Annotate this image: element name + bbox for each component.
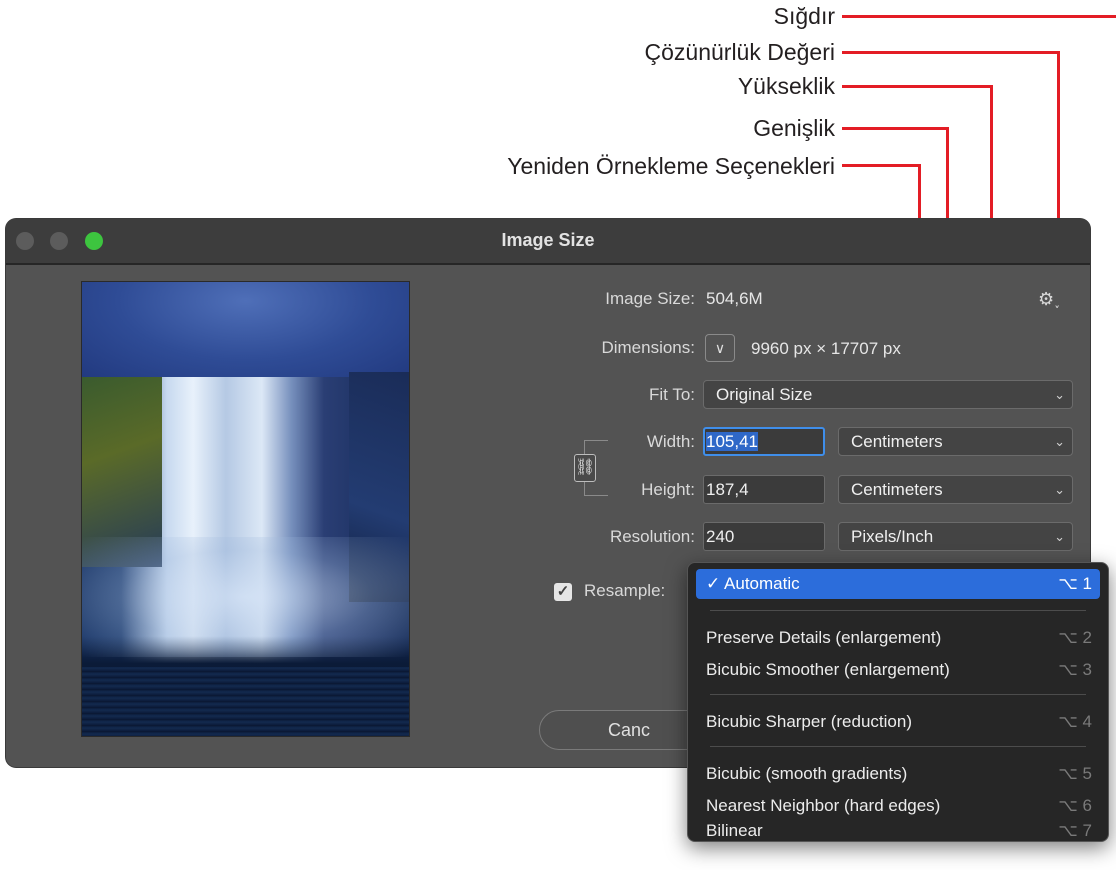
annotation-resample-label: Yeniden Örnekleme Seçenekleri [507, 153, 835, 179]
annotation-width-label: Genişlik [753, 115, 835, 141]
chevron-down-icon: ⌄ [1054, 482, 1065, 497]
resolution-input[interactable]: 240 [703, 522, 825, 551]
image-size-value: 504,6M [706, 289, 763, 308]
width-label: Width: [646, 432, 695, 451]
menu-separator [710, 746, 1086, 747]
width-unit-select[interactable]: Centimeters ⌄ [838, 427, 1073, 456]
chevron-down-icon: ⌄ [1054, 387, 1065, 402]
menu-separator [710, 610, 1086, 611]
menu-item-bilinear[interactable]: Bilinear ⌥ 7 [696, 821, 1100, 841]
menu-item-nearest-neighbor[interactable]: Nearest Neighbor (hard edges) ⌥ 6 [696, 791, 1100, 821]
fit-to-value: Original Size [716, 385, 813, 404]
fit-to-select[interactable]: Original Size ⌄ [703, 380, 1073, 409]
constrain-bracket-bottom [584, 495, 608, 496]
constrain-bracket-bottom-v [584, 482, 585, 496]
cancel-button-label: Canc [607, 720, 651, 740]
leader-line-height [842, 85, 993, 88]
menu-item-bicubic-smoother[interactable]: Bicubic Smoother (enlargement) ⌥ 3 [696, 655, 1100, 685]
height-unit-select[interactable]: Centimeters ⌄ [838, 475, 1073, 504]
annotation-resolution-label: Çözünürlük Değeri [644, 39, 835, 65]
dimensions-label: Dimensions: [601, 338, 695, 357]
menu-item-preserve-details[interactable]: Preserve Details (enlargement) ⌥ 2 [696, 623, 1100, 653]
title-bar: Image Size [6, 219, 1090, 265]
resample-checkbox[interactable]: ✓ [554, 583, 572, 601]
height-value: 187,4 [706, 480, 749, 499]
leader-line-resolution [842, 51, 1060, 54]
resolution-label: Resolution: [609, 527, 695, 546]
width-unit-value: Centimeters [851, 432, 943, 451]
annotation-height-label: Yükseklik [737, 73, 835, 99]
dimensions-value: 9960 px × 17707 px [751, 339, 901, 358]
constrain-bracket-top-v [584, 440, 585, 454]
constrain-bracket-top [584, 440, 608, 441]
dimensions-unit-toggle[interactable]: ∨ [705, 334, 735, 362]
height-label: Height: [641, 480, 695, 499]
width-input[interactable]: 105,41 [703, 427, 825, 456]
menu-item-automatic[interactable]: ✓ Automatic ⌥ 1 [696, 569, 1100, 599]
resample-options-menu: ✓ Automatic ⌥ 1 Preserve Details (enlarg… [687, 562, 1109, 842]
leader-line-resample [842, 164, 921, 167]
height-unit-value: Centimeters [851, 480, 943, 499]
width-value: 105,41 [706, 432, 758, 451]
menu-item-bicubic-sharper[interactable]: Bicubic Sharper (reduction) ⌥ 4 [696, 707, 1100, 737]
resample-label: Resample: [584, 581, 666, 600]
height-input[interactable]: 187,4 [703, 475, 825, 504]
image-size-label: Image Size: [605, 289, 695, 308]
link-icon[interactable]: ⛓ [574, 454, 596, 482]
resolution-unit-select[interactable]: Pixels/Inch ⌄ [838, 522, 1073, 551]
annotation-fit-label: Sığdır [773, 3, 835, 29]
resolution-unit-value: Pixels/Inch [851, 527, 934, 546]
chevron-down-icon: ⌄ [1054, 529, 1065, 544]
gear-icon[interactable]: ⚙˯ [1038, 289, 1060, 310]
leader-line-width [842, 127, 949, 130]
menu-item-bicubic[interactable]: Bicubic (smooth gradients) ⌥ 5 [696, 759, 1100, 789]
fit-to-label: Fit To: [649, 385, 695, 404]
resolution-value: 240 [706, 527, 735, 546]
chevron-down-icon: ⌄ [1054, 434, 1065, 449]
leader-line-fit [842, 15, 1116, 18]
image-preview[interactable] [81, 281, 410, 737]
menu-separator [710, 694, 1086, 695]
window-title: Image Size [501, 230, 595, 250]
